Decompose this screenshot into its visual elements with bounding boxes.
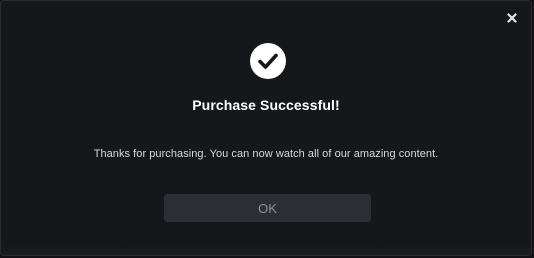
purchase-success-dialog: Purchase Successful! Thanks for purchasi…: [0, 0, 532, 256]
close-icon: [507, 13, 517, 23]
ok-button[interactable]: OK: [164, 194, 371, 222]
dialog-title: Purchase Successful!: [192, 97, 340, 113]
close-button[interactable]: [503, 9, 521, 27]
check-circle-icon: [250, 43, 286, 79]
bottom-divider: [1, 245, 531, 255]
checkmark-icon: [258, 53, 278, 69]
dialog-message: Thanks for purchasing. You can now watch…: [93, 148, 439, 160]
